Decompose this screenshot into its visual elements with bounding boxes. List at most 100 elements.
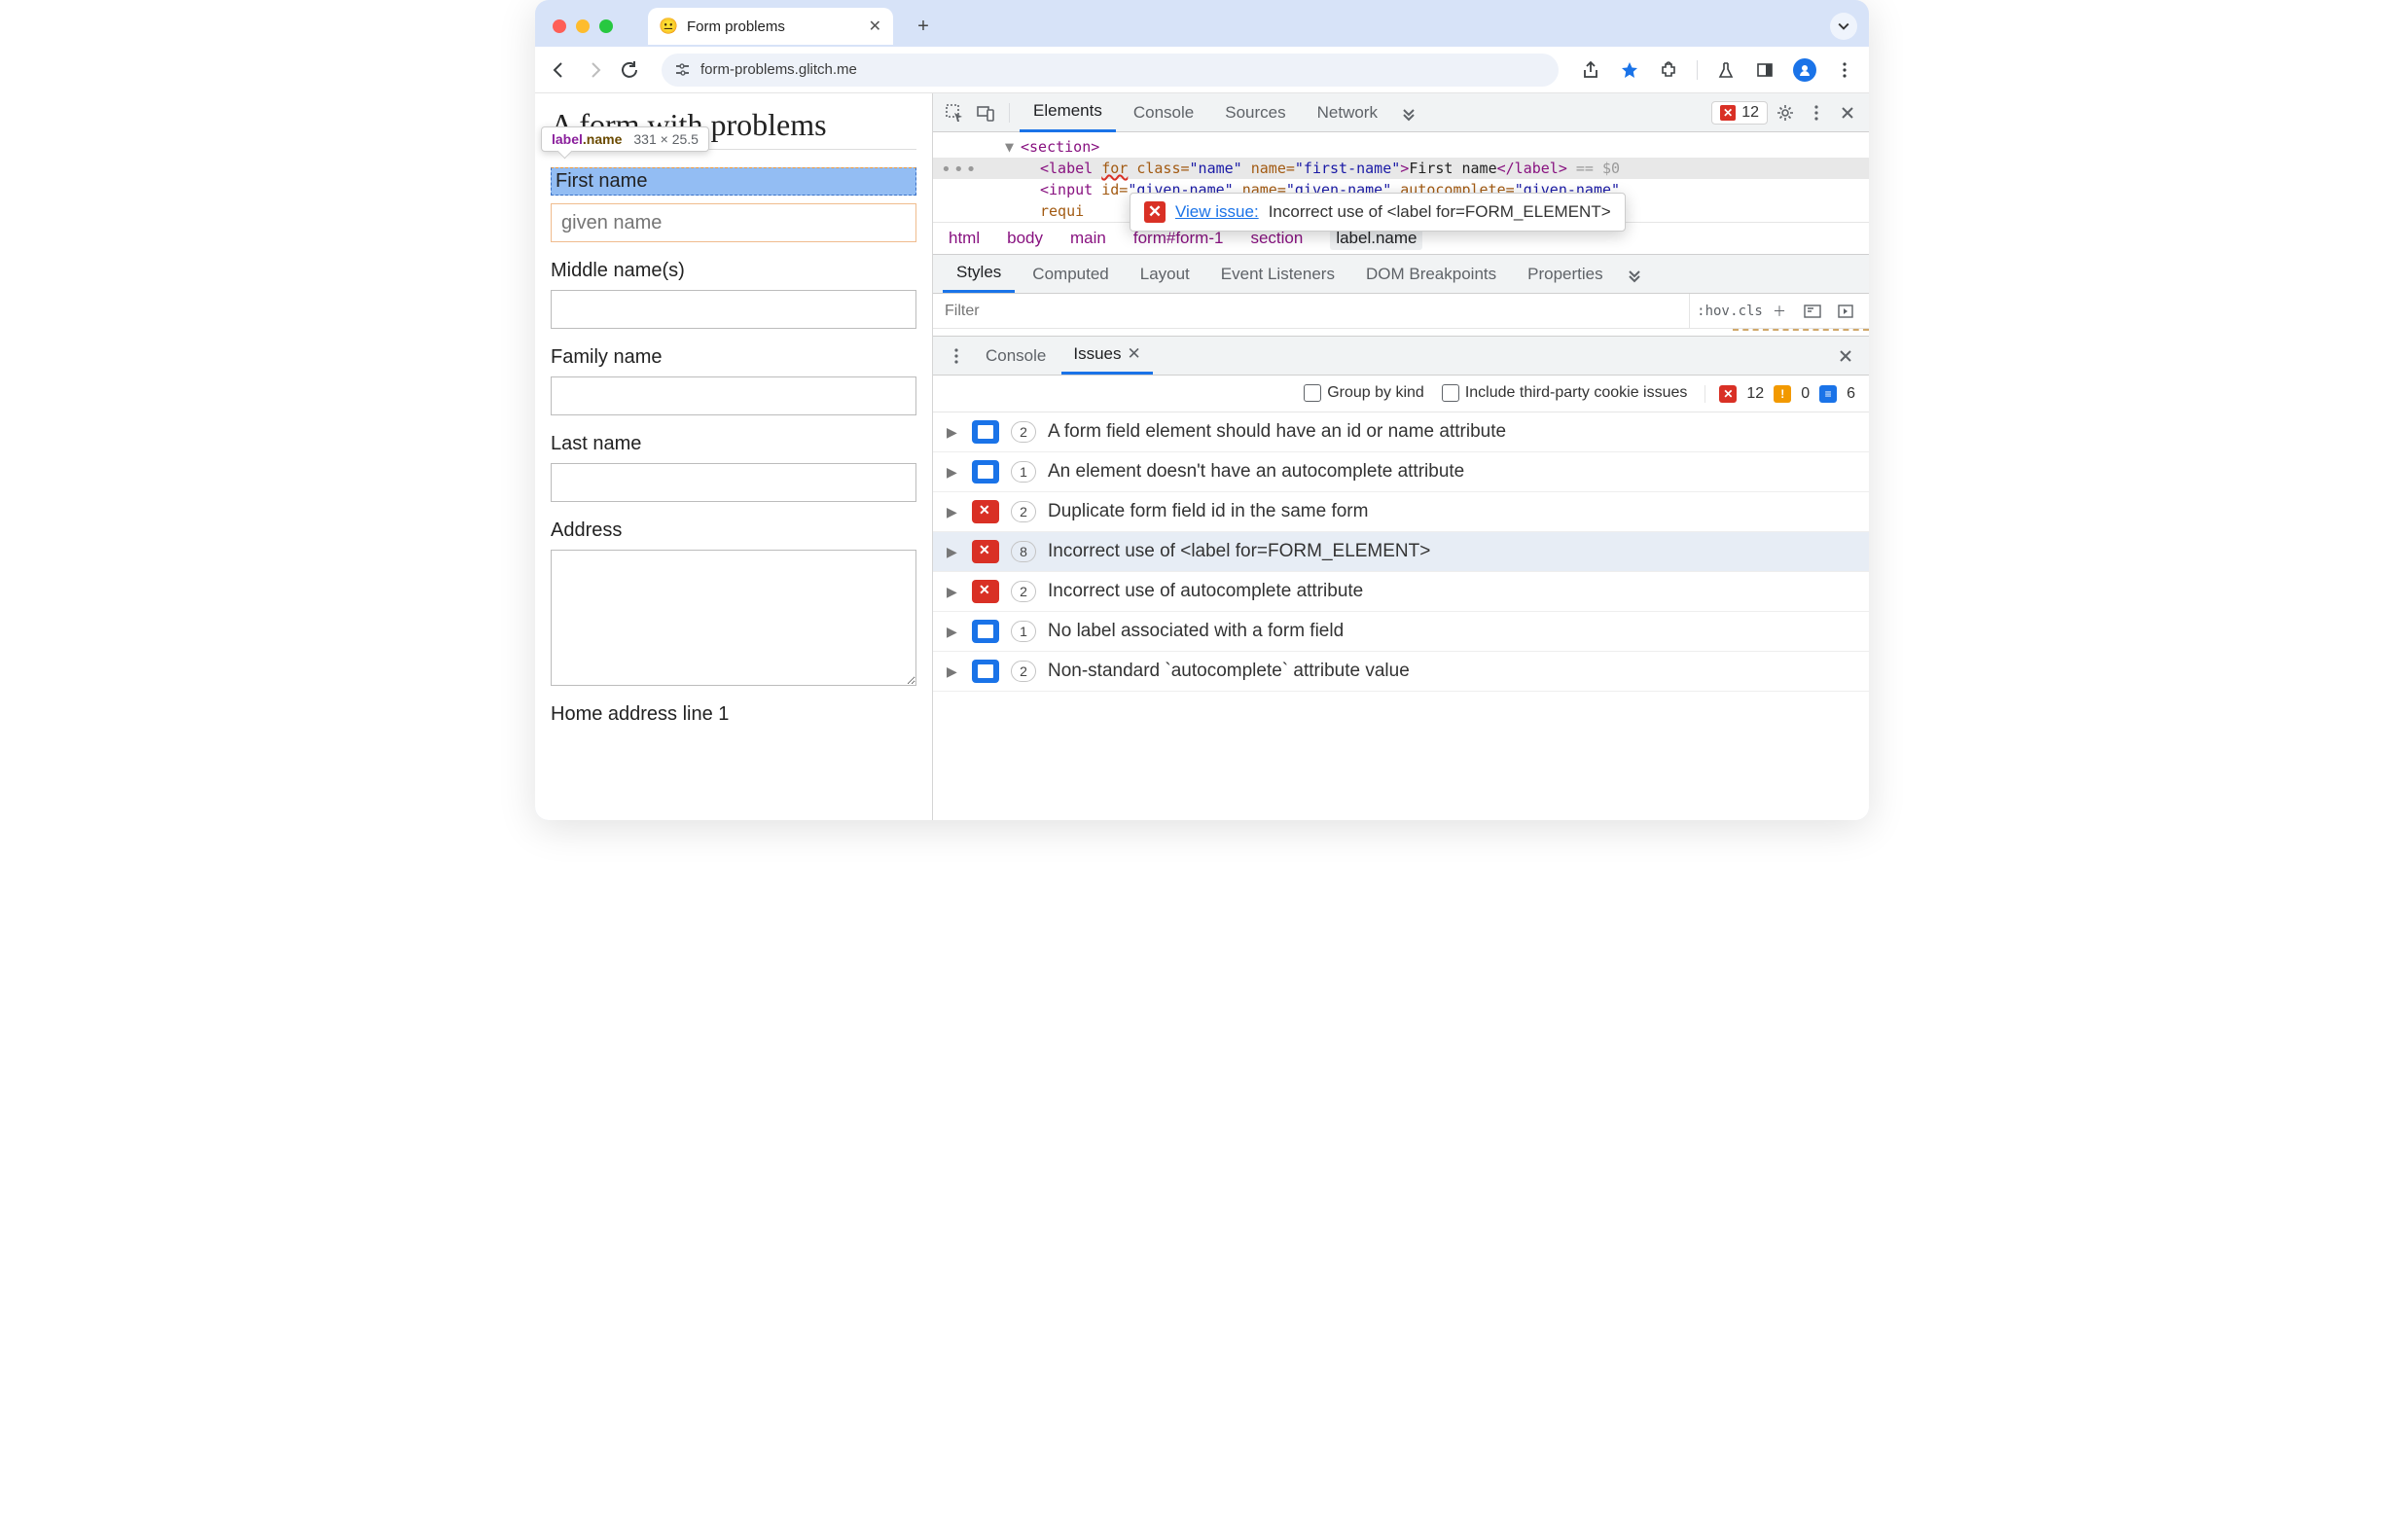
issue-kind-icon <box>972 420 999 444</box>
tab-network[interactable]: Network <box>1304 94 1391 131</box>
dom-tree[interactable]: ▼ <section> ••• <label for class="name" … <box>933 132 1869 222</box>
new-tab-button[interactable]: + <box>909 12 938 41</box>
tab-event-listeners[interactable]: Event Listeners <box>1207 257 1348 292</box>
last-name-input[interactable] <box>551 463 916 502</box>
site-settings-icon[interactable] <box>675 62 691 78</box>
styles-filter-input[interactable] <box>933 303 1689 320</box>
bookmark-icon[interactable] <box>1619 59 1640 81</box>
issue-row[interactable]: ▶1An element doesn't have an autocomplet… <box>933 452 1869 492</box>
disclosure-triangle-icon[interactable]: ▶ <box>947 424 960 441</box>
devtools-panel: Elements Console Sources Network ✕12 <box>933 93 1869 820</box>
computed-toggle-icon[interactable] <box>1799 298 1826 325</box>
tab-dom-breakpoints[interactable]: DOM Breakpoints <box>1352 257 1510 292</box>
group-by-kind-checkbox[interactable]: Group by kind <box>1304 384 1424 402</box>
window-controls <box>553 19 613 33</box>
settings-gear-icon[interactable] <box>1772 99 1799 126</box>
issue-count-pill: 1 <box>1011 621 1036 642</box>
issue-count-pill: 2 <box>1011 501 1036 522</box>
disclosure-triangle-icon[interactable]: ▶ <box>947 624 960 640</box>
middle-name-input[interactable] <box>551 290 916 329</box>
extensions-icon[interactable] <box>1658 59 1679 81</box>
issue-row[interactable]: ▶ 2 A form field element should have an id… <box>933 412 1869 452</box>
issue-text: Incorrect use of <label for=FORM_ELEMENT… <box>1048 541 1430 562</box>
error-icon: ✕ <box>1144 201 1166 223</box>
browser-toolbar: form-problems.glitch.me <box>535 47 1869 93</box>
more-tabs-icon[interactable] <box>1395 99 1422 126</box>
tab-styles[interactable]: Styles <box>943 255 1015 293</box>
reload-button[interactable] <box>619 59 640 81</box>
family-name-input[interactable] <box>551 376 916 415</box>
issue-count-pill: 1 <box>1011 461 1036 483</box>
tab-properties[interactable]: Properties <box>1514 257 1616 292</box>
issue-kind-icon <box>972 620 999 643</box>
dom-selected-node[interactable]: ••• <label for class="name" name="first-… <box>933 158 1869 179</box>
issue-text: A form field element should have an id o… <box>1048 421 1506 443</box>
drawer-tab-issues[interactable]: Issues✕ <box>1061 337 1152 375</box>
disclosure-triangle-icon[interactable]: ▶ <box>947 464 960 481</box>
back-button[interactable] <box>549 59 570 81</box>
close-window-button[interactable] <box>553 19 566 33</box>
tab-console[interactable]: Console <box>1120 94 1207 131</box>
cls-toggle[interactable]: .cls <box>1733 298 1760 325</box>
tab-sources[interactable]: Sources <box>1211 94 1299 131</box>
close-issues-tab-icon[interactable]: ✕ <box>1128 344 1141 363</box>
view-issue-link[interactable]: View issue: <box>1175 202 1259 222</box>
issue-kind-icon <box>972 580 999 603</box>
devtools-menu-icon[interactable] <box>1803 99 1830 126</box>
close-tab-icon[interactable]: ✕ <box>869 17 881 36</box>
more-styles-tabs-icon[interactable] <box>1621 261 1648 288</box>
tab-layout[interactable]: Layout <box>1127 257 1203 292</box>
drawer-menu-icon[interactable] <box>943 342 970 370</box>
issue-text: No label associated with a form field <box>1048 621 1344 642</box>
profile-avatar[interactable] <box>1793 58 1816 82</box>
drawer-tabs: Console Issues✕ <box>933 337 1869 376</box>
maximize-window-button[interactable] <box>599 19 613 33</box>
issue-row[interactable]: ▶2Duplicate form field id in the same fo… <box>933 492 1869 532</box>
include-3p-checkbox[interactable]: Include third-party cookie issues <box>1442 384 1688 402</box>
browser-tab[interactable]: 😐 Form problems ✕ <box>648 8 893 45</box>
issue-count-pill: 8 <box>1011 541 1036 562</box>
first-name-input[interactable] <box>551 203 916 242</box>
chrome-menu-icon[interactable] <box>1834 59 1855 81</box>
issue-count-pill: 2 <box>1011 661 1036 682</box>
devtools-drawer: Console Issues✕ Group by kind Include th… <box>933 337 1869 820</box>
device-toolbar-icon[interactable] <box>972 99 999 126</box>
new-style-rule-icon[interactable]: ＋ <box>1766 298 1793 325</box>
address-textarea[interactable] <box>551 550 916 686</box>
error-count-badge[interactable]: ✕12 <box>1711 101 1768 125</box>
tab-computed[interactable]: Computed <box>1019 257 1122 292</box>
issue-text: Incorrect use of autocomplete attribute <box>1048 581 1363 602</box>
browser-tabstrip: 😐 Form problems ✕ + <box>535 0 1869 47</box>
disclosure-triangle-icon[interactable]: ▶ <box>947 504 960 520</box>
labs-icon[interactable] <box>1715 59 1737 81</box>
drawer-tab-console[interactable]: Console <box>974 339 1058 374</box>
close-drawer-icon[interactable] <box>1832 342 1859 370</box>
issue-count-pill: 2 <box>1011 421 1036 443</box>
tab-favicon: 😐 <box>660 18 677 35</box>
close-devtools-icon[interactable] <box>1834 99 1861 126</box>
sidepanel-icon[interactable] <box>1754 59 1776 81</box>
address-bar[interactable]: form-problems.glitch.me <box>662 54 1559 87</box>
tab-dropdown-button[interactable] <box>1830 13 1857 40</box>
rendering-toggle-icon[interactable] <box>1832 298 1859 325</box>
tab-title: Form problems <box>687 18 785 35</box>
styles-filter-bar: :hov .cls ＋ <box>933 294 1869 329</box>
forward-button[interactable] <box>584 59 605 81</box>
minimize-window-button[interactable] <box>576 19 590 33</box>
page-content: A form with problems label.name 331 × 25… <box>535 93 933 820</box>
issue-row[interactable]: ▶2Incorrect use of autocomplete attribut… <box>933 572 1869 612</box>
disclosure-triangle-icon[interactable]: ▶ <box>947 663 960 680</box>
hov-toggle[interactable]: :hov <box>1700 298 1727 325</box>
tab-elements[interactable]: Elements <box>1020 93 1116 132</box>
disclosure-triangle-icon[interactable]: ▶ <box>947 544 960 560</box>
disclosure-triangle-icon[interactable]: ▶ <box>947 584 960 600</box>
last-name-label: Last name <box>551 433 916 455</box>
issues-list: ▶ 2 A form field element should have an id… <box>933 412 1869 820</box>
issue-popover: ✕ View issue: Incorrect use of <label fo… <box>1130 193 1626 232</box>
issue-row[interactable]: ▶ 8 Incorrect use of <label for=FORM_ELEME… <box>933 532 1869 572</box>
inspect-element-icon[interactable] <box>941 99 968 126</box>
home-address-line1-label: Home address line 1 <box>551 703 916 726</box>
issue-row[interactable]: ▶ 1 No label associated with a form field <box>933 612 1869 652</box>
share-icon[interactable] <box>1580 59 1601 81</box>
issue-row[interactable]: ▶2Non-standard `autocomplete` attribute … <box>933 652 1869 692</box>
